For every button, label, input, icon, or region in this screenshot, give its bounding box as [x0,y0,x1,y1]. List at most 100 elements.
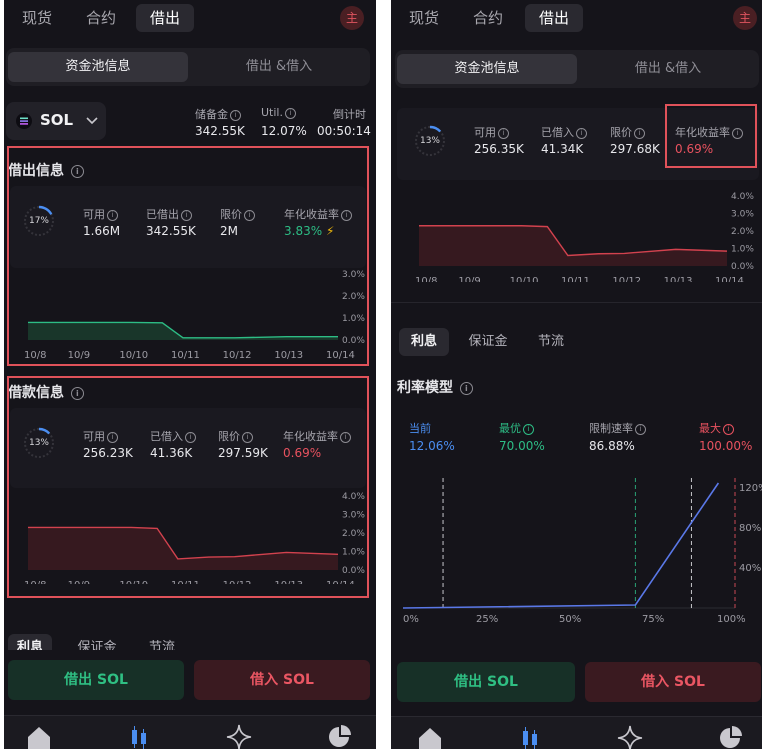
tab-spot[interactable]: 现货 [399,4,449,32]
home-icon[interactable] [26,724,52,749]
pool-available-value: 256.35K [474,142,524,156]
info-icon[interactable]: i [723,424,734,435]
x-tick-label: 10/13 [664,276,693,282]
account-avatar[interactable]: 主 [340,6,364,30]
lend-sol-button[interactable]: 借出 SOL [8,660,184,700]
x-tick-label: 10/10 [119,350,148,360]
info-icon[interactable]: i [70,387,84,400]
x-tick-label: 10/14 [715,276,744,282]
borrow-apr-value: 0.69% [283,446,322,460]
y-tick-label: 1.0% [342,548,365,558]
pool-borrowed-label: 已借入 i [541,124,587,140]
info-icon[interactable]: i [634,128,645,139]
tab-margin[interactable]: 保证金 [72,634,122,650]
y-tick-label: 3.0% [342,511,365,521]
candlestick-icon[interactable] [517,725,543,749]
max-rate-value: 100.00% [699,439,753,453]
pie-chart-icon[interactable] [326,724,352,749]
x-tick-label: 10/9 [68,580,90,584]
borrowed-value: 41.36K [150,446,193,460]
pie-chart-icon[interactable] [717,725,743,749]
x-tick-label: 10/9 [68,350,90,360]
info-icon[interactable]: i [244,210,255,221]
lent-label: 已借出 i [146,206,192,222]
series-area [28,527,338,570]
x-tick-label: 50% [559,614,581,625]
info-icon[interactable]: i [576,128,587,139]
info-icon[interactable]: i [107,432,118,443]
tab-interest[interactable]: 利息 [399,328,449,356]
pool-limit-label: 限价 i [610,124,645,140]
borrow-limit-label: 限价 i [218,428,253,444]
right-screen: 现货 合约 借出 主 资金池信息 借出 &借入 13% 可用 i 256.35K … [391,0,762,749]
x-tick-label: 10/9 [458,276,480,282]
info-icon[interactable]: i [635,424,646,435]
x-tick-label: 10/13 [274,580,303,584]
current-rate-label: 当前 [409,422,431,435]
tab-throttle[interactable]: 节流 [531,328,571,356]
segment-control: 资金池信息 借出 &借入 [395,50,759,88]
tab-futures[interactable]: 合约 [76,4,126,32]
lend-apr-chart: 3.0% 2.0% 1.0% 0.0% 10/8 10/9 10/10 10/11 10/12 1… [24,270,365,360]
home-icon[interactable] [417,725,443,749]
segment-lend-borrow[interactable]: 借出 &借入 [579,54,757,84]
x-tick-label: 25% [476,614,498,625]
segment-pool-info[interactable]: 资金池信息 [8,52,188,82]
reserve-value: 342.55K [195,124,245,138]
segment-pool-info[interactable]: 资金池信息 [397,54,577,84]
info-icon[interactable]: i [185,432,196,443]
segment-lend-borrow[interactable]: 借出 &借入 [190,52,368,82]
util-label: Util. i [261,106,296,119]
info-icon[interactable]: i [242,432,253,443]
tab-spot[interactable]: 现货 [12,4,62,32]
x-tick-label: 10/8 [415,276,437,282]
borrow-sol-button[interactable]: 借入 SOL [194,660,370,700]
rate-curve [402,482,720,609]
tab-interest[interactable]: 利息 [8,634,52,650]
lend-available-label: 可用 i [83,206,118,222]
lend-sol-button[interactable]: 借出 SOL [397,662,575,702]
info-icon[interactable]: i [341,210,352,221]
y-tick-label: 120% [739,483,762,494]
partial-tabs: 利息 保证金 节流 [4,628,376,650]
left-screen: 现货 合约 借出 主 资金池信息 借出 &借入 SOL 储备金 i 342.55K… [4,0,376,749]
lend-limit-label: 限价 i [220,206,255,222]
tab-lend[interactable]: 借出 [136,4,194,32]
info-icon[interactable]: i [732,128,743,139]
y-tick-label: 4.0% [731,192,754,202]
info-icon[interactable]: i [523,424,534,435]
info-icon[interactable]: i [340,432,351,443]
tab-margin[interactable]: 保证金 [463,328,513,356]
info-icon[interactable]: i [498,128,509,139]
account-avatar[interactable]: 主 [733,6,757,30]
sparkle-icon[interactable] [617,725,643,749]
tab-futures[interactable]: 合约 [463,4,513,32]
y-tick-label: 0.0% [342,336,365,346]
x-tick-label: 100% [717,614,746,625]
lent-value: 342.55K [146,224,196,238]
x-tick-label: 10/10 [119,580,148,584]
x-tick-label: 10/8 [24,580,46,584]
info-icon[interactable]: i [70,165,84,178]
candlestick-icon[interactable] [126,724,152,749]
tab-throttle[interactable]: 节流 [142,634,182,650]
lend-usage-pct: 17% [28,216,49,226]
max-rate-label: 最大 i [699,420,734,436]
sparkle-icon[interactable] [226,724,252,749]
info-icon[interactable]: i [284,108,296,119]
info-icon[interactable]: i [459,382,473,395]
info-icon[interactable]: i [107,210,118,221]
info-icon[interactable]: i [181,210,192,221]
borrow-sol-button[interactable]: 借入 SOL [585,662,761,702]
y-tick-label: 0.0% [342,566,365,576]
x-tick-label: 10/12 [223,580,252,584]
info-icon[interactable]: i [230,110,241,121]
coin-selector[interactable]: SOL [6,102,106,140]
x-tick-label: 0% [403,614,419,625]
lend-info-title: 借出信息 i [8,160,84,180]
x-tick-label: 10/12 [612,276,641,282]
tab-lend[interactable]: 借出 [525,4,583,32]
borrow-available-value: 256.23K [83,446,133,460]
x-tick-label: 75% [642,614,664,625]
y-tick-label: 1.0% [342,314,365,324]
